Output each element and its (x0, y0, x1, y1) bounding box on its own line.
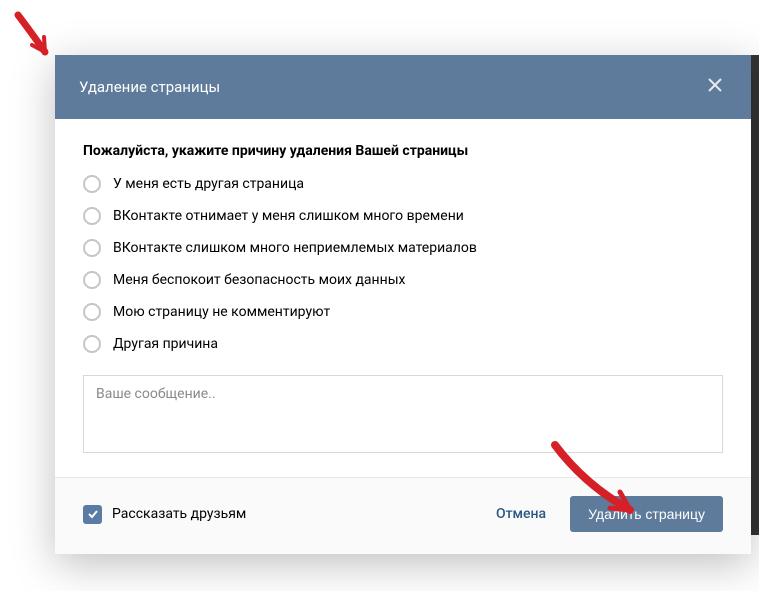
modal-header: Удаление страницы (55, 55, 751, 119)
tell-friends-row[interactable]: Рассказать друзьям (83, 505, 246, 524)
reason-options: У меня есть другая страница ВКонтакте от… (83, 175, 723, 353)
close-icon (707, 77, 723, 97)
tell-friends-checkbox[interactable] (83, 505, 102, 524)
close-button[interactable] (703, 75, 727, 99)
reason-label: ВКонтакте слишком много неприемлемых мат… (113, 240, 477, 256)
reason-option[interactable]: Другая причина (83, 335, 723, 353)
radio-icon (83, 271, 101, 289)
modal-footer: Рассказать друзьям Отмена Удалить страни… (55, 477, 751, 554)
reason-option[interactable]: Меня беспокоит безопасность моих данных (83, 271, 723, 289)
reason-option[interactable]: ВКонтакте отнимает у меня слишком много … (83, 207, 723, 225)
background-strip (751, 55, 759, 535)
reason-label: У меня есть другая страница (113, 176, 304, 192)
reason-label: ВКонтакте отнимает у меня слишком много … (113, 208, 464, 224)
modal-title: Удаление страницы (79, 78, 220, 96)
radio-icon (83, 335, 101, 353)
radio-icon (83, 303, 101, 321)
check-icon (87, 505, 99, 524)
delete-page-modal: Удаление страницы Пожалуйста, укажите пр… (55, 55, 751, 554)
reason-label: Другая причина (113, 336, 218, 352)
reason-option[interactable]: Мою страницу не комментируют (83, 303, 723, 321)
delete-page-button[interactable]: Удалить страницу (570, 496, 723, 532)
annotation-arrow-icon (10, 10, 60, 65)
reason-label: Мою страницу не комментируют (113, 304, 330, 320)
reason-option[interactable]: У меня есть другая страница (83, 175, 723, 193)
radio-icon (83, 239, 101, 257)
reason-prompt: Пожалуйста, укажите причину удаления Ваш… (83, 143, 723, 159)
radio-icon (83, 175, 101, 193)
radio-icon (83, 207, 101, 225)
footer-actions: Отмена Удалить страницу (496, 496, 723, 532)
modal-body: Пожалуйста, укажите причину удаления Ваш… (55, 119, 751, 477)
cancel-button[interactable]: Отмена (496, 506, 546, 522)
message-textarea[interactable] (83, 375, 723, 453)
reason-option[interactable]: ВКонтакте слишком много неприемлемых мат… (83, 239, 723, 257)
tell-friends-label: Рассказать друзьям (112, 506, 246, 522)
reason-label: Меня беспокоит безопасность моих данных (113, 272, 406, 288)
